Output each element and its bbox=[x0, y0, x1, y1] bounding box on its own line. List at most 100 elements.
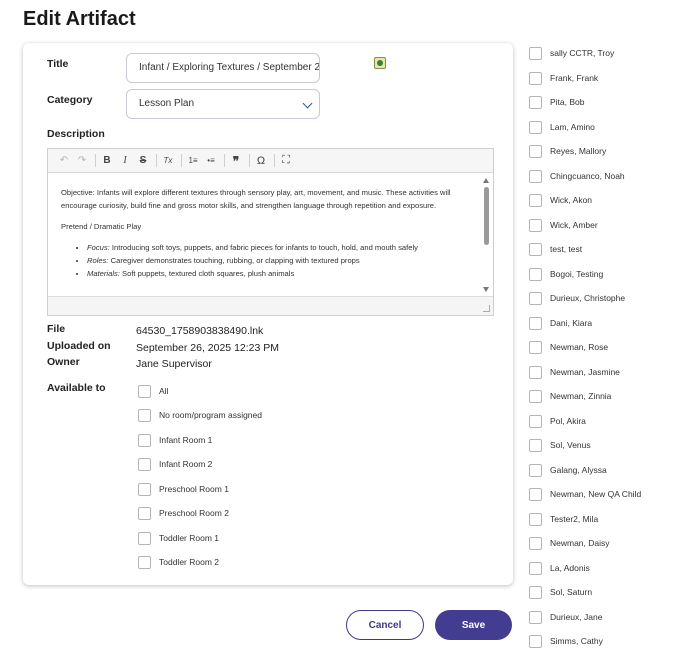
checkbox[interactable] bbox=[529, 169, 542, 183]
checkbox[interactable] bbox=[138, 482, 151, 496]
checkbox[interactable] bbox=[529, 316, 542, 330]
person-option[interactable]: La, Adonis bbox=[529, 561, 590, 575]
person-option[interactable]: Lam, Amino bbox=[529, 120, 595, 134]
room-option[interactable]: Preschool Room 1 bbox=[138, 482, 229, 496]
checkbox[interactable] bbox=[529, 561, 542, 575]
checkbox[interactable] bbox=[529, 71, 542, 85]
person-option[interactable]: Newman, Zinnia bbox=[529, 389, 611, 403]
checkbox[interactable] bbox=[138, 433, 151, 447]
editor-content[interactable]: Objective: Infants will explore differen… bbox=[48, 174, 481, 297]
checkbox[interactable] bbox=[138, 506, 151, 520]
person-option[interactable]: Durieux, Christophe bbox=[529, 291, 625, 305]
person-option[interactable]: Newman, New QA Child bbox=[529, 487, 641, 501]
checkbox[interactable] bbox=[529, 340, 542, 354]
person-label: Bogoi, Testing bbox=[550, 269, 604, 279]
person-option[interactable]: Dani, Kiara bbox=[529, 316, 592, 330]
room-option[interactable]: Toddler Room 1 bbox=[138, 531, 219, 545]
rich-text-editor[interactable]: ↶ ↷ B I S Tx 1≡ •≡ ❞ Ω ⛶ Objective: Infa… bbox=[47, 148, 494, 316]
checkbox[interactable] bbox=[529, 487, 542, 501]
person-label: Reyes, Mallory bbox=[550, 146, 607, 156]
redo-icon[interactable]: ↷ bbox=[74, 153, 90, 169]
italic-icon[interactable]: I bbox=[117, 153, 133, 169]
person-label: Durieux, Christophe bbox=[550, 293, 626, 303]
chevron-down-icon bbox=[302, 98, 313, 109]
person-option[interactable]: Newman, Rose bbox=[529, 340, 608, 354]
checkbox[interactable] bbox=[529, 610, 542, 624]
blockquote-icon[interactable]: ❞ bbox=[228, 153, 244, 169]
editor-scrollbar[interactable] bbox=[481, 175, 492, 296]
checkbox[interactable] bbox=[138, 531, 151, 545]
checkbox[interactable] bbox=[529, 144, 542, 158]
person-option[interactable]: Frank, Frank bbox=[529, 71, 598, 85]
person-option[interactable]: test, test bbox=[529, 242, 582, 256]
available-to-label: Available to bbox=[47, 382, 106, 394]
section-heading: Pretend / Dramatic Play bbox=[61, 222, 142, 231]
checkbox[interactable] bbox=[529, 585, 542, 599]
person-option[interactable]: Pita, Bob bbox=[529, 95, 585, 109]
person-option[interactable]: Durieux, Jane bbox=[529, 610, 602, 624]
emoji-icon[interactable] bbox=[374, 57, 386, 69]
checkbox[interactable] bbox=[529, 291, 542, 305]
room-option[interactable]: Preschool Room 2 bbox=[138, 506, 229, 520]
person-option[interactable]: Sol, Venus bbox=[529, 438, 591, 452]
person-option[interactable]: Simms, Cathy bbox=[529, 634, 603, 648]
checkbox[interactable] bbox=[529, 463, 542, 477]
room-label: All bbox=[159, 386, 169, 396]
resize-handle-icon[interactable] bbox=[483, 305, 490, 312]
scroll-up-arrow-icon[interactable] bbox=[483, 178, 489, 183]
room-option[interactable]: Infant Room 2 bbox=[138, 457, 212, 471]
person-option[interactable]: Newman, Jasmine bbox=[529, 365, 620, 379]
room-label: No room/program assigned bbox=[159, 410, 262, 420]
numbered-list-icon[interactable]: 1≡ bbox=[185, 153, 201, 169]
person-option[interactable]: Galang, Alyssa bbox=[529, 463, 607, 477]
scrollbar-thumb[interactable] bbox=[484, 187, 489, 245]
checkbox[interactable] bbox=[529, 512, 542, 526]
bulleted-list-icon[interactable]: •≡ bbox=[203, 153, 219, 169]
checkbox[interactable] bbox=[138, 457, 151, 471]
person-option[interactable]: Newman, Daisy bbox=[529, 536, 610, 550]
maximize-icon[interactable]: ⛶ bbox=[278, 153, 294, 169]
remove-format-icon[interactable]: Tx bbox=[160, 153, 176, 169]
special-character-icon[interactable]: Ω bbox=[253, 153, 269, 169]
title-input[interactable]: Infant / Exploring Textures / September … bbox=[126, 53, 320, 83]
checkbox[interactable] bbox=[138, 408, 151, 422]
person-option[interactable]: Reyes, Mallory bbox=[529, 144, 606, 158]
person-option[interactable]: Bogoi, Testing bbox=[529, 267, 603, 281]
room-option[interactable]: Toddler Room 2 bbox=[138, 555, 219, 569]
person-option[interactable]: Chingcuanco, Noah bbox=[529, 169, 625, 183]
checkbox[interactable] bbox=[529, 365, 542, 379]
checkbox[interactable] bbox=[529, 634, 542, 648]
person-option[interactable]: sally CCTR, Troy bbox=[529, 46, 614, 60]
person-option[interactable]: Tester2, Mila bbox=[529, 512, 598, 526]
checkbox[interactable] bbox=[529, 193, 542, 207]
strikethrough-icon[interactable]: S bbox=[135, 153, 151, 169]
room-option[interactable]: No room/program assigned bbox=[138, 408, 262, 422]
bullet-text: Soft puppets, textured cloth squares, pl… bbox=[119, 269, 295, 278]
person-label: Chingcuanco, Noah bbox=[550, 171, 625, 181]
checkbox[interactable] bbox=[529, 242, 542, 256]
checkbox[interactable] bbox=[529, 389, 542, 403]
checkbox[interactable] bbox=[529, 218, 542, 232]
room-label: Toddler Room 2 bbox=[159, 557, 220, 567]
checkbox[interactable] bbox=[529, 120, 542, 134]
undo-icon[interactable]: ↶ bbox=[56, 153, 72, 169]
save-button[interactable]: Save bbox=[435, 610, 512, 640]
person-option[interactable]: Sol, Saturn bbox=[529, 585, 592, 599]
checkbox[interactable] bbox=[529, 536, 542, 550]
checkbox[interactable] bbox=[529, 267, 542, 281]
checkbox[interactable] bbox=[529, 414, 542, 428]
checkbox[interactable] bbox=[529, 46, 542, 60]
person-option[interactable]: Pol, Akira bbox=[529, 414, 586, 428]
checkbox[interactable] bbox=[529, 438, 542, 452]
person-option[interactable]: Wick, Akon bbox=[529, 193, 592, 207]
room-option[interactable]: Infant Room 1 bbox=[138, 433, 212, 447]
category-select[interactable]: Lesson Plan bbox=[126, 89, 320, 119]
checkbox[interactable] bbox=[138, 384, 151, 398]
bold-icon[interactable]: B bbox=[99, 153, 115, 169]
room-option[interactable]: All bbox=[138, 384, 168, 398]
checkbox[interactable] bbox=[138, 555, 151, 569]
scroll-down-arrow-icon[interactable] bbox=[483, 287, 489, 292]
person-option[interactable]: Wick, Amber bbox=[529, 218, 598, 232]
checkbox[interactable] bbox=[529, 95, 542, 109]
cancel-button[interactable]: Cancel bbox=[346, 610, 424, 640]
